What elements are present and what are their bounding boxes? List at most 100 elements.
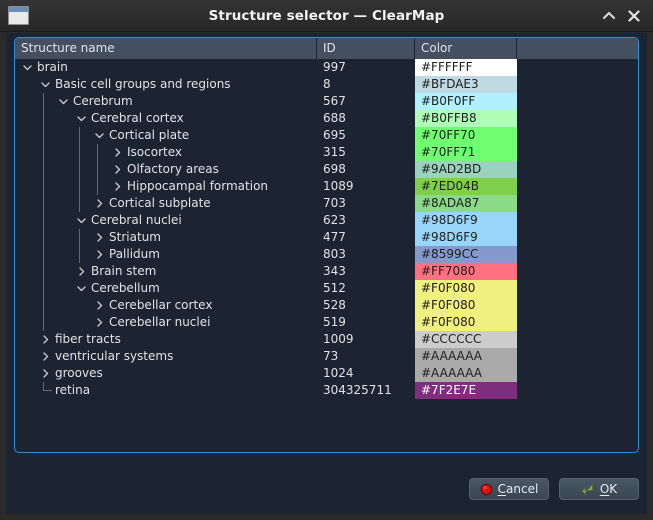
ok-button[interactable]: OK xyxy=(559,478,639,500)
structure-color-cell[interactable]: #8599CC xyxy=(415,246,517,263)
ok-mnemonic: O xyxy=(599,482,610,496)
structure-color-cell[interactable]: #70FF71 xyxy=(415,144,517,161)
table-row[interactable]: Basic cell groups and regions 8 #BFDAE3 xyxy=(15,76,638,93)
chevron-right-icon[interactable] xyxy=(93,297,106,314)
chevron-down-icon[interactable] xyxy=(75,212,88,229)
chevron-right-icon[interactable] xyxy=(111,178,124,195)
structure-id-cell: 528 xyxy=(323,298,346,312)
structure-color-cell[interactable]: #F0F080 xyxy=(415,297,517,314)
structure-color-cell[interactable]: #F0F080 xyxy=(415,280,517,297)
table-row[interactable]: Brain stem 343 #FF7080 xyxy=(15,263,638,280)
table-row[interactable]: Cortical subplate 703 #8ADA87 xyxy=(15,195,638,212)
table-row[interactable]: grooves 1024 #AAAAAA xyxy=(15,365,638,382)
structure-tree: brain 997 #FFFFFF Basic cell groups and reg… xyxy=(15,59,638,452)
chevron-down-icon[interactable] xyxy=(39,76,52,93)
cancel-button[interactable]: Cancel xyxy=(469,478,549,500)
tree-guide-line xyxy=(43,229,44,246)
chevron-right-icon[interactable] xyxy=(93,195,106,212)
chevron-right-icon[interactable] xyxy=(39,331,52,348)
structure-name-cell: Cerebellum xyxy=(15,280,317,297)
tree-guide-line xyxy=(43,195,44,212)
chevron-right-icon[interactable] xyxy=(93,314,106,331)
structure-color-cell[interactable]: #70FF70 xyxy=(415,127,517,144)
table-row[interactable]: fiber tracts 1009 #CCCCCC xyxy=(15,331,638,348)
table-row[interactable]: ventricular systems 73 #AAAAAA xyxy=(15,348,638,365)
structure-id-cell: 8 xyxy=(323,77,331,91)
ok-button-label: OK xyxy=(600,482,617,496)
table-row[interactable]: Cerebrum 567 #B0F0FF xyxy=(15,93,638,110)
chevron-right-icon[interactable] xyxy=(111,144,124,161)
structure-color-cell[interactable]: #9AD2BD xyxy=(415,161,517,178)
structure-name-label: Isocortex xyxy=(127,145,182,159)
chevron-down-icon[interactable] xyxy=(75,110,88,127)
tree-guide-line xyxy=(43,280,44,297)
structure-color-cell[interactable]: #7F2E7E xyxy=(415,382,517,399)
window-title: Structure selector — ClearMap xyxy=(208,8,445,24)
structure-name-label: Hippocampal formation xyxy=(127,179,269,193)
chevron-right-icon[interactable] xyxy=(93,229,106,246)
table-row[interactable]: Cerebellum 512 #F0F080 xyxy=(15,280,638,297)
structure-name-cell: ventricular systems xyxy=(15,348,317,365)
chevron-right-icon[interactable] xyxy=(75,263,88,280)
chevron-down-icon[interactable] xyxy=(93,127,106,144)
chevron-down-icon[interactable] xyxy=(21,59,34,76)
column-header-color[interactable]: Color xyxy=(415,38,517,59)
structure-name-label: Cerebellum xyxy=(91,281,160,295)
tree-guide-line xyxy=(79,161,80,178)
title-bar: Structure selector — ClearMap xyxy=(0,0,653,32)
structure-id-cell: 698 xyxy=(323,162,346,176)
table-row[interactable]: Cortical plate 695 #70FF70 xyxy=(15,127,638,144)
structure-name-label: Cerebellar nuclei xyxy=(109,315,211,329)
table-row[interactable]: Cerebellar nuclei 519 #F0F080 xyxy=(15,314,638,331)
structure-name-cell: Basic cell groups and regions xyxy=(15,76,317,93)
structure-name-label: ventricular systems xyxy=(55,349,174,363)
structure-name-label: brain xyxy=(37,60,68,74)
structure-color-cell[interactable]: #CCCCCC xyxy=(415,331,517,348)
structure-color-cell[interactable]: #8ADA87 xyxy=(415,195,517,212)
structure-color-cell[interactable]: #98D6F9 xyxy=(415,229,517,246)
chevron-down-icon[interactable] xyxy=(57,93,70,110)
table-row[interactable]: Cerebral cortex 688 #B0FFB8 xyxy=(15,110,638,127)
structure-name-cell: Brain stem xyxy=(15,263,317,280)
table-row[interactable]: Cerebral nuclei 623 #98D6F9 xyxy=(15,212,638,229)
structure-color-cell[interactable]: #7ED04B xyxy=(415,178,517,195)
table-row[interactable]: Cerebellar cortex 528 #F0F080 xyxy=(15,297,638,314)
close-icon[interactable] xyxy=(624,6,644,26)
tree-guide-line xyxy=(43,127,44,144)
structure-color-cell[interactable]: #FFFFFF xyxy=(415,59,517,76)
window-frame-bottom xyxy=(0,514,653,520)
table-row[interactable]: retina 304325711 #7F2E7E xyxy=(15,382,638,399)
structure-color-cell[interactable]: #98D6F9 xyxy=(415,212,517,229)
structure-id-cell: 997 xyxy=(323,60,346,74)
chevron-right-icon[interactable] xyxy=(111,161,124,178)
table-row[interactable]: Isocortex 315 #70FF71 xyxy=(15,144,638,161)
column-header-structure-name[interactable]: Structure name xyxy=(15,38,317,59)
structure-color-cell[interactable]: #B0FFB8 xyxy=(415,110,517,127)
table-row[interactable]: Pallidum 803 #8599CC xyxy=(15,246,638,263)
column-header-id[interactable]: ID xyxy=(317,38,415,59)
structure-name-label: Cerebellar cortex xyxy=(109,298,213,312)
structure-color-cell[interactable]: #AAAAAA xyxy=(415,348,517,365)
structure-color-cell[interactable]: #F0F080 xyxy=(415,314,517,331)
structure-color-cell[interactable]: #B0F0FF xyxy=(415,93,517,110)
column-header-spacer xyxy=(517,38,638,59)
chevron-right-icon[interactable] xyxy=(39,348,52,365)
structure-color-cell[interactable]: #AAAAAA xyxy=(415,365,517,382)
tree-guide-line xyxy=(43,212,44,229)
structure-id-cell: 315 xyxy=(323,145,346,159)
chevron-right-icon[interactable] xyxy=(93,246,106,263)
row-spacer-cell xyxy=(517,195,638,212)
chevron-down-icon[interactable] xyxy=(75,280,88,297)
row-spacer-cell xyxy=(517,59,638,76)
table-row[interactable]: brain 997 #FFFFFF xyxy=(15,59,638,76)
chevron-up-icon[interactable] xyxy=(599,6,619,26)
table-row[interactable]: Olfactory areas 698 #9AD2BD xyxy=(15,161,638,178)
chevron-right-icon[interactable] xyxy=(39,365,52,382)
row-spacer-cell xyxy=(517,280,638,297)
ok-rest: K xyxy=(609,482,618,496)
row-spacer-cell xyxy=(517,144,638,161)
table-row[interactable]: Hippocampal formation 1089 #7ED04B xyxy=(15,178,638,195)
structure-color-cell[interactable]: #BFDAE3 xyxy=(415,76,517,93)
structure-color-cell[interactable]: #FF7080 xyxy=(415,263,517,280)
table-row[interactable]: Striatum 477 #98D6F9 xyxy=(15,229,638,246)
